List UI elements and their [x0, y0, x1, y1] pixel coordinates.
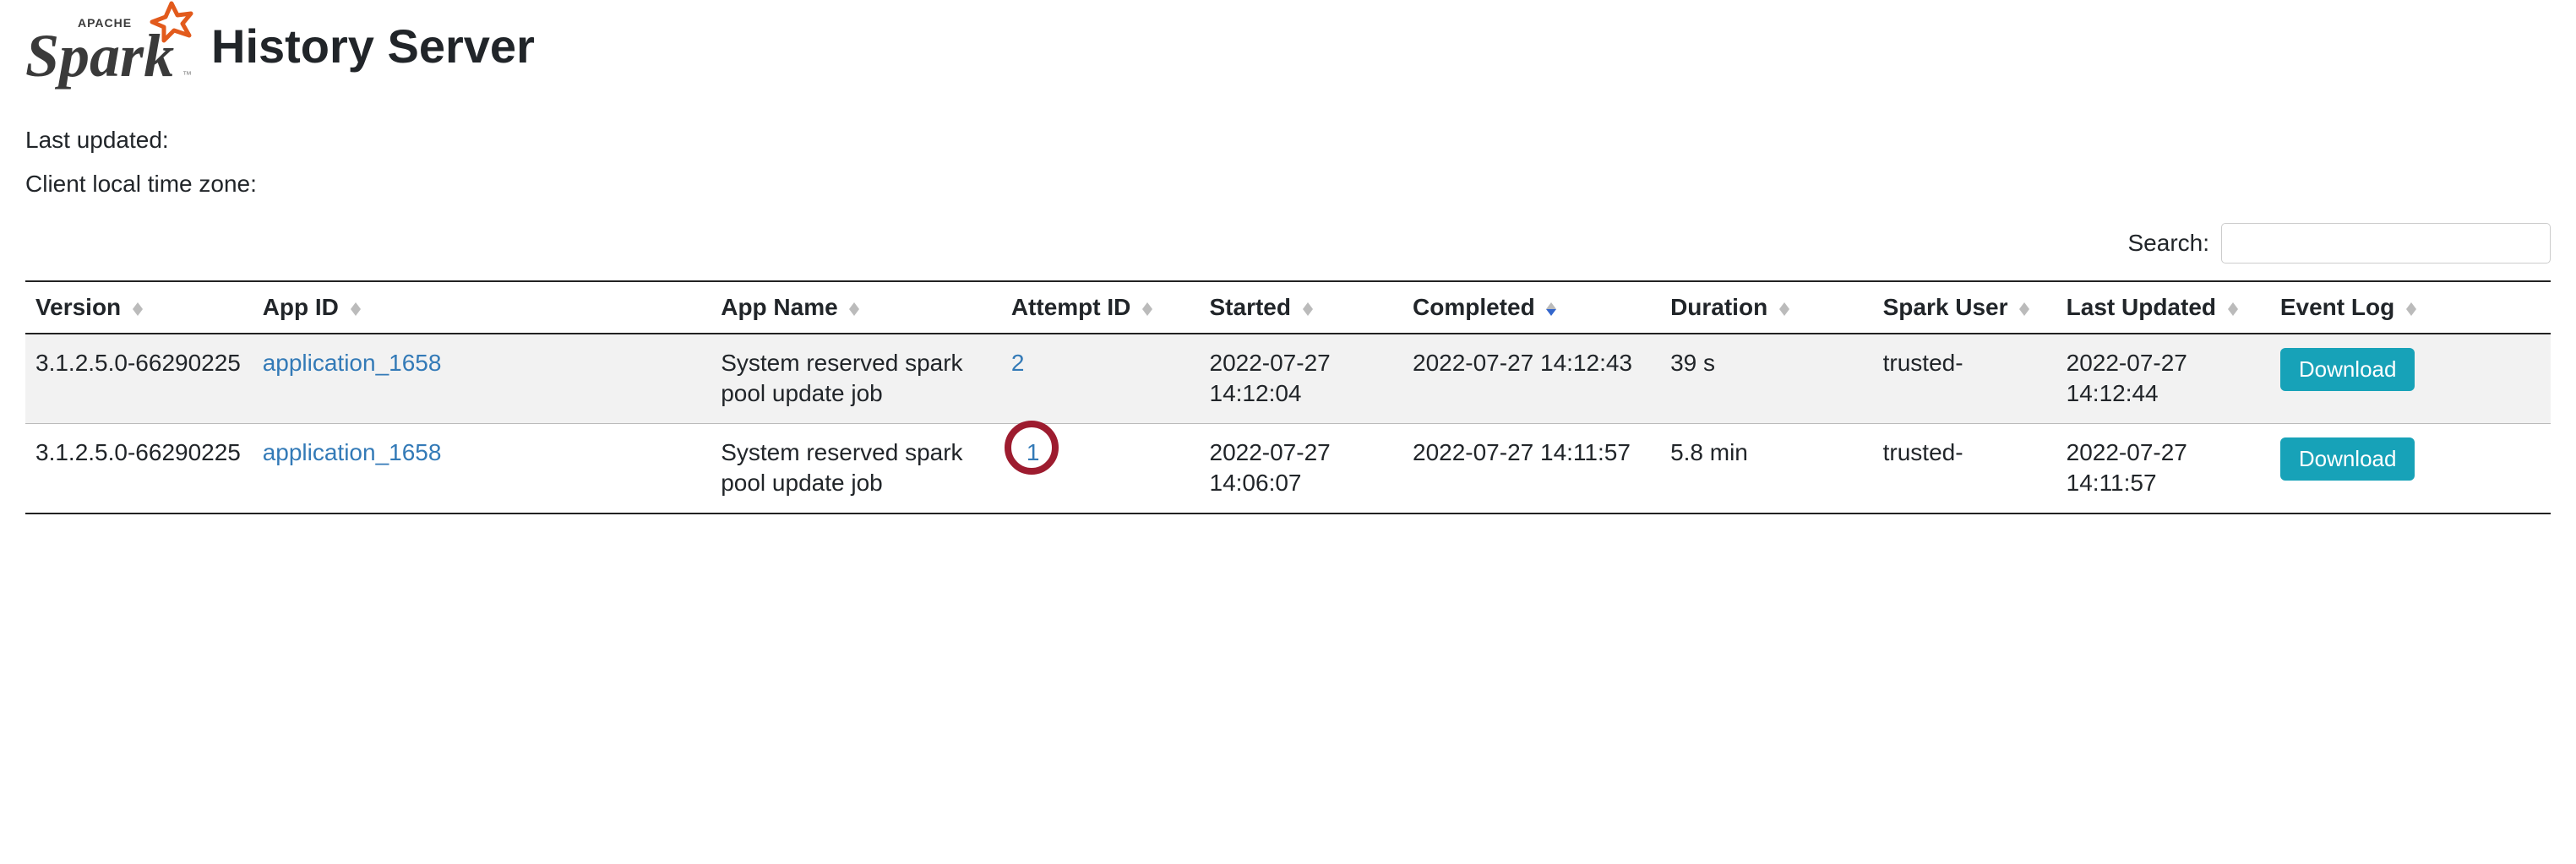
last-updated-text: 2022-07-27 14:12:44 — [2067, 350, 2187, 406]
col-header-completed[interactable]: Completed — [1402, 281, 1660, 334]
col-header-event-log[interactable]: Event Log — [2270, 281, 2551, 334]
duration-text: 39 s — [1670, 350, 1715, 376]
sort-icon-active-desc — [1546, 302, 1556, 316]
cell-app-name: System reserved spark pool update job — [711, 334, 1001, 423]
cell-spark-user: trusted- — [1873, 423, 2056, 513]
last-updated-text: 2022-07-27 14:11:57 — [2067, 439, 2187, 496]
version-text: 3.1.2.5.0-66290225 — [35, 439, 241, 465]
completed-text: 2022-07-27 14:12:43 — [1413, 350, 1632, 376]
app-name-text: System reserved spark pool update job — [721, 439, 962, 496]
cell-version: 3.1.2.5.0-66290225 — [25, 334, 253, 423]
table-header-row: Version App ID App Name — [25, 281, 2551, 334]
col-header-app-name[interactable]: App Name — [711, 281, 1001, 334]
search-input[interactable] — [2221, 223, 2551, 264]
sort-icon — [1142, 302, 1152, 316]
cell-started: 2022-07-27 14:12:04 — [1200, 334, 1403, 423]
attempt-id-link[interactable]: 1 — [1027, 439, 1040, 465]
client-timezone-label: Client local time zone: — [25, 171, 2551, 198]
col-header-duration[interactable]: Duration — [1660, 281, 1873, 334]
last-updated-label: Last updated: — [25, 127, 2551, 154]
col-header-last-updated[interactable]: Last Updated — [2056, 281, 2270, 334]
app-id-link[interactable]: application_1658 — [263, 439, 442, 465]
cell-app-id: application_1658 — [253, 334, 711, 423]
sort-icon — [2228, 302, 2238, 316]
spark-user-text: trusted- — [1883, 439, 1963, 465]
col-header-app-id[interactable]: App ID — [253, 281, 711, 334]
cell-attempt-id: 1 — [1001, 423, 1200, 513]
download-button[interactable]: Download — [2280, 348, 2415, 391]
sort-icon — [351, 302, 361, 316]
app-name-text: System reserved spark pool update job — [721, 350, 962, 406]
completed-text: 2022-07-27 14:11:57 — [1413, 439, 1631, 465]
col-header-attempt-id[interactable]: Attempt ID — [1001, 281, 1200, 334]
version-text: 3.1.2.5.0-66290225 — [35, 350, 241, 376]
started-text: 2022-07-27 14:12:04 — [1210, 350, 1331, 406]
table-row: 3.1.2.5.0-66290225 application_1658 System… — [25, 423, 2551, 513]
history-table: Version App ID App Name — [25, 280, 2551, 514]
table-row: 3.1.2.5.0-66290225 application_1658 System… — [25, 334, 2551, 423]
started-text: 2022-07-27 14:06:07 — [1210, 439, 1331, 496]
spark-logo: APACHE Spark ™ — [25, 0, 194, 93]
cell-version: 3.1.2.5.0-66290225 — [25, 423, 253, 513]
spark-user-text: trusted- — [1883, 350, 1963, 376]
svg-text:™: ™ — [182, 70, 192, 80]
cell-app-id: application_1658 — [253, 423, 711, 513]
cell-event-log: Download — [2270, 334, 2551, 423]
col-header-version[interactable]: Version — [25, 281, 253, 334]
cell-duration: 39 s — [1660, 334, 1873, 423]
cell-app-name: System reserved spark pool update job — [711, 423, 1001, 513]
sort-icon — [133, 302, 143, 316]
logo-spark-text: Spark — [25, 22, 174, 90]
sort-icon — [849, 302, 859, 316]
cell-last-updated: 2022-07-27 14:11:57 — [2056, 423, 2270, 513]
cell-started: 2022-07-27 14:06:07 — [1200, 423, 1403, 513]
page-title: History Server — [211, 23, 535, 70]
sort-icon — [2406, 302, 2416, 316]
cell-completed: 2022-07-27 14:11:57 — [1402, 423, 1660, 513]
cell-completed: 2022-07-27 14:12:43 — [1402, 334, 1660, 423]
search-label: Search: — [2128, 230, 2210, 257]
download-button[interactable]: Download — [2280, 437, 2415, 481]
cell-attempt-id: 2 — [1001, 334, 1200, 423]
sort-icon — [1303, 302, 1313, 316]
col-header-spark-user[interactable]: Spark User — [1873, 281, 2056, 334]
cell-event-log: Download — [2270, 423, 2551, 513]
sort-icon — [2019, 302, 2029, 316]
col-header-started[interactable]: Started — [1200, 281, 1403, 334]
duration-text: 5.8 min — [1670, 439, 1748, 465]
app-id-link[interactable]: application_1658 — [263, 350, 442, 376]
attempt-id-link[interactable]: 2 — [1011, 350, 1025, 376]
sort-icon — [1779, 302, 1789, 316]
cell-duration: 5.8 min — [1660, 423, 1873, 513]
cell-last-updated: 2022-07-27 14:12:44 — [2056, 334, 2270, 423]
page-header: APACHE Spark ™ History Server — [25, 0, 2551, 110]
cell-spark-user: trusted- — [1873, 334, 2056, 423]
